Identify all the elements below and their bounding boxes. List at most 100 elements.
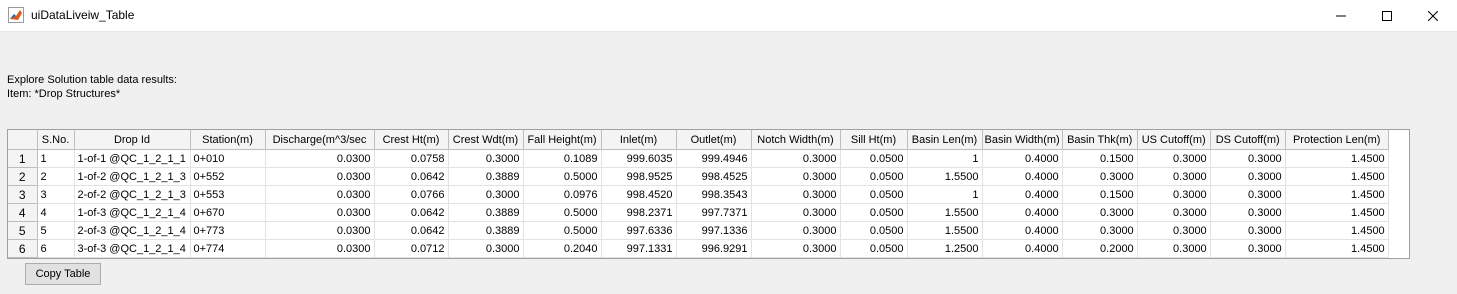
table-cell[interactable]: 0.0300 — [265, 167, 375, 186]
table-cell[interactable]: 1.4500 — [1285, 221, 1389, 240]
table-cell[interactable]: 0.3000 — [1062, 167, 1138, 186]
table-cell[interactable]: 2-of-3 @QC_1_2_1_4 — [74, 221, 191, 240]
table-cell[interactable]: 0.3000 — [1137, 203, 1211, 222]
row-header[interactable]: 6 — [8, 239, 38, 258]
table-cell[interactable]: 0.0300 — [265, 149, 375, 168]
table-cell[interactable]: 999.6035 — [601, 149, 677, 168]
table-cell[interactable]: 998.2371 — [601, 203, 677, 222]
table-cell[interactable]: 0.3889 — [448, 221, 524, 240]
table-cell[interactable]: 0.3000 — [448, 185, 524, 204]
table-cell[interactable]: 0.3000 — [751, 203, 841, 222]
table-cell[interactable]: 0.3000 — [751, 239, 841, 258]
table-cell[interactable]: 0.3000 — [751, 221, 841, 240]
table-cell[interactable]: 996.9291 — [676, 239, 752, 258]
table-cell[interactable]: 0.0500 — [840, 239, 908, 258]
column-header[interactable]: Basin Thk(m) — [1062, 130, 1138, 150]
table-cell[interactable]: 0.3000 — [1137, 221, 1211, 240]
table-row[interactable]: 2 2 1-of-2 @QC_1_2_1_3 0+552 0.0300 0.0642 0.3… — [8, 167, 1389, 186]
table-cell[interactable]: 0.5000 — [523, 221, 602, 240]
table-cell[interactable]: 0.3000 — [448, 239, 524, 258]
table-cell[interactable]: 1 — [907, 149, 983, 168]
table-cell[interactable]: 997.7371 — [676, 203, 752, 222]
table-cell[interactable]: 0+774 — [190, 239, 266, 258]
table-cell[interactable]: 0.3000 — [1210, 185, 1286, 204]
column-header[interactable]: Crest Wdt(m) — [448, 130, 524, 150]
close-button[interactable] — [1410, 0, 1456, 31]
table-cell[interactable]: 3 — [37, 185, 75, 204]
table-cell[interactable]: 0.0976 — [523, 185, 602, 204]
column-header[interactable]: Outlet(m) — [676, 130, 752, 150]
table-cell[interactable]: 0.0500 — [840, 149, 908, 168]
table-cell[interactable]: 1.5500 — [907, 167, 983, 186]
table-cell[interactable]: 0.0642 — [374, 203, 449, 222]
table-cell[interactable]: 0+010 — [190, 149, 266, 168]
column-header[interactable]: S.No. — [37, 130, 75, 150]
table-cell[interactable]: 0.0300 — [265, 203, 375, 222]
table-cell[interactable]: 0.1089 — [523, 149, 602, 168]
table-cell[interactable]: 997.1336 — [676, 221, 752, 240]
column-header[interactable]: Protection Len(m) — [1285, 130, 1389, 150]
table-cell[interactable]: 0.3000 — [751, 185, 841, 204]
table-cell[interactable]: 0.0500 — [840, 167, 908, 186]
table-cell[interactable]: 998.4525 — [676, 167, 752, 186]
table-cell[interactable]: 6 — [37, 239, 75, 258]
table-cell[interactable]: 0.0500 — [840, 185, 908, 204]
column-header[interactable]: Discharge(m^3/sec — [265, 130, 375, 150]
results-table[interactable]: S.No. Drop Id Station(m) Discharge(m^3/sec C… — [7, 129, 1410, 259]
table-cell[interactable]: 0.3000 — [751, 149, 841, 168]
table-cell[interactable]: 1.5500 — [907, 221, 983, 240]
table-row[interactable]: 3 3 2-of-2 @QC_1_2_1_3 0+553 0.0300 0.0766 0.3… — [8, 185, 1389, 204]
table-cell[interactable]: 0.0500 — [840, 203, 908, 222]
table-cell[interactable]: 0.5000 — [523, 203, 602, 222]
column-header[interactable]: Basin Len(m) — [907, 130, 983, 150]
table-cell[interactable]: 1-of-3 @QC_1_2_1_4 — [74, 203, 191, 222]
table-cell[interactable]: 0.2000 — [1062, 239, 1138, 258]
table-cell[interactable]: 0.3000 — [1062, 221, 1138, 240]
copy-table-button[interactable]: Copy Table — [25, 263, 101, 285]
table-cell[interactable]: 0+670 — [190, 203, 266, 222]
table-cell[interactable]: 0.4000 — [982, 221, 1063, 240]
column-header[interactable]: Drop Id — [74, 130, 191, 150]
table-cell[interactable]: 0.3000 — [1210, 167, 1286, 186]
table-cell[interactable]: 4 — [37, 203, 75, 222]
table-cell[interactable]: 1.5500 — [907, 203, 983, 222]
table-row[interactable]: 4 4 1-of-3 @QC_1_2_1_4 0+670 0.0300 0.0642 0.3… — [8, 203, 1389, 222]
table-cell[interactable]: 0.3000 — [1137, 239, 1211, 258]
table-cell[interactable]: 0.0712 — [374, 239, 449, 258]
table-cell[interactable]: 0.5000 — [523, 167, 602, 186]
table-cell[interactable]: 0.3889 — [448, 167, 524, 186]
table-cell[interactable]: 1 — [907, 185, 983, 204]
table-row[interactable]: 6 6 3-of-3 @QC_1_2_1_4 0+774 0.0300 0.0712 0.3… — [8, 239, 1389, 258]
row-header[interactable]: 1 — [8, 149, 38, 168]
table-cell[interactable]: 0.3000 — [1210, 221, 1286, 240]
table-cell[interactable]: 2 — [37, 167, 75, 186]
table-cell[interactable]: 0.0642 — [374, 221, 449, 240]
table-cell[interactable]: 0.3000 — [1137, 149, 1211, 168]
table-cell[interactable]: 0.3000 — [751, 167, 841, 186]
table-cell[interactable]: 0.3000 — [1062, 203, 1138, 222]
minimize-button[interactable] — [1318, 0, 1364, 31]
data-grid[interactable]: S.No. Drop Id Station(m) Discharge(m^3/sec C… — [8, 130, 1389, 258]
column-header[interactable]: Fall Height(m) — [523, 130, 602, 150]
table-cell[interactable]: 998.4520 — [601, 185, 677, 204]
table-cell[interactable]: 0.0300 — [265, 221, 375, 240]
row-header[interactable]: 4 — [8, 203, 38, 222]
table-cell[interactable]: 0+553 — [190, 185, 266, 204]
column-header[interactable]: Notch Width(m) — [751, 130, 841, 150]
table-cell[interactable]: 0.3000 — [1210, 239, 1286, 258]
table-cell[interactable]: 0+773 — [190, 221, 266, 240]
table-cell[interactable]: 998.3543 — [676, 185, 752, 204]
table-cell[interactable]: 1.4500 — [1285, 185, 1389, 204]
table-cell[interactable]: 1.4500 — [1285, 167, 1389, 186]
table-cell[interactable]: 0.0642 — [374, 167, 449, 186]
row-header[interactable]: 3 — [8, 185, 38, 204]
table-cell[interactable]: 0.0500 — [840, 221, 908, 240]
table-cell[interactable]: 0.0758 — [374, 149, 449, 168]
maximize-button[interactable] — [1364, 0, 1410, 31]
table-cell[interactable]: 1-of-1 @QC_1_2_1_1 — [74, 149, 191, 168]
table-cell[interactable]: 0.3000 — [1137, 167, 1211, 186]
table-cell[interactable]: 0.4000 — [982, 239, 1063, 258]
table-cell[interactable]: 3-of-3 @QC_1_2_1_4 — [74, 239, 191, 258]
table-cell[interactable]: 0.4000 — [982, 167, 1063, 186]
column-header[interactable]: Station(m) — [190, 130, 266, 150]
